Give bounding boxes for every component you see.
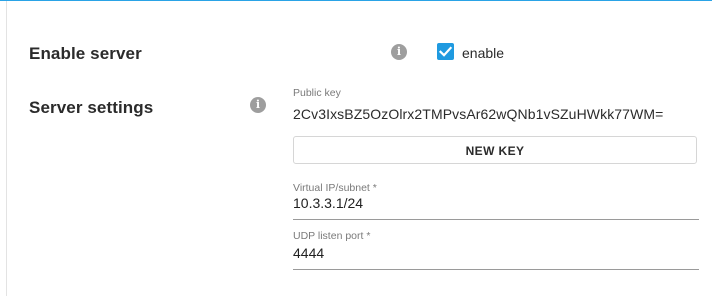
new-key-button[interactable]: NEW KEY [293, 136, 697, 164]
public-key-value: 2Cv3IxsBZ5OzOlrx2TMPvsAr62wQNb1vSZuHWkk7… [293, 106, 664, 122]
enable-checkbox[interactable] [437, 43, 454, 60]
enable-server-label: Enable server [29, 44, 142, 63]
server-settings-label: Server settings [29, 98, 154, 117]
check-icon [438, 46, 453, 57]
udp-port-field[interactable]: 4444 [293, 241, 699, 270]
virtual-ip-field[interactable]: 10.3.3.1/24 [293, 191, 699, 220]
left-divider [6, 1, 7, 296]
udp-port-value[interactable]: 4444 [293, 245, 324, 261]
wireguard-server-form: Enable server i enable Server settings i… [0, 0, 712, 296]
info-icon[interactable]: i [391, 44, 407, 60]
info-icon[interactable]: i [250, 97, 266, 113]
enable-checkbox-label[interactable]: enable [462, 45, 504, 61]
public-key-caption: Public key [293, 87, 341, 99]
virtual-ip-value[interactable]: 10.3.3.1/24 [293, 195, 363, 211]
